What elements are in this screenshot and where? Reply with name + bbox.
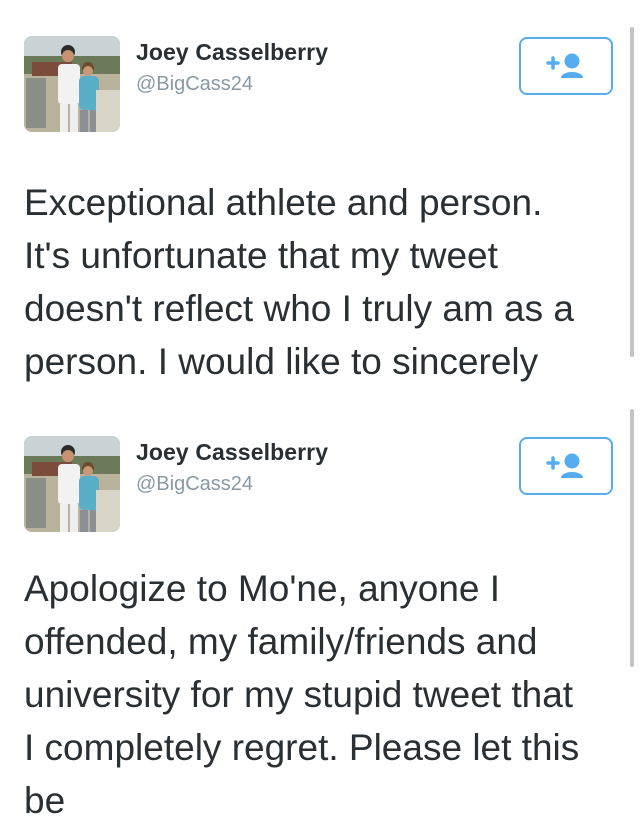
user-handle[interactable]: @BigCass24 [136, 73, 253, 96]
follow-button[interactable] [519, 437, 613, 495]
follow-button[interactable] [519, 37, 613, 95]
follow-person-plus-icon [546, 53, 583, 78]
tweet-card: Joey Casselberry @BigCass24 Exceptional … [0, 0, 640, 400]
tweet-text: Exceptional athlete and person. It's unf… [24, 182, 574, 382]
avatar[interactable] [24, 436, 120, 532]
avatar[interactable] [24, 36, 120, 132]
avatar-photo [24, 36, 120, 132]
display-name[interactable]: Joey Casselberry [136, 39, 328, 66]
display-name[interactable]: Joey Casselberry [136, 439, 328, 466]
follow-person-plus-icon [546, 453, 583, 478]
scrollbar[interactable] [630, 27, 634, 357]
user-handle[interactable]: @BigCass24 [136, 473, 253, 496]
tweet-card: Joey Casselberry @BigCass24 Apologize to… [0, 400, 640, 834]
avatar-photo [24, 436, 120, 532]
scrollbar[interactable] [630, 409, 634, 667]
tweet-text: Apologize to Mo'ne, anyone I offended, m… [24, 568, 580, 821]
